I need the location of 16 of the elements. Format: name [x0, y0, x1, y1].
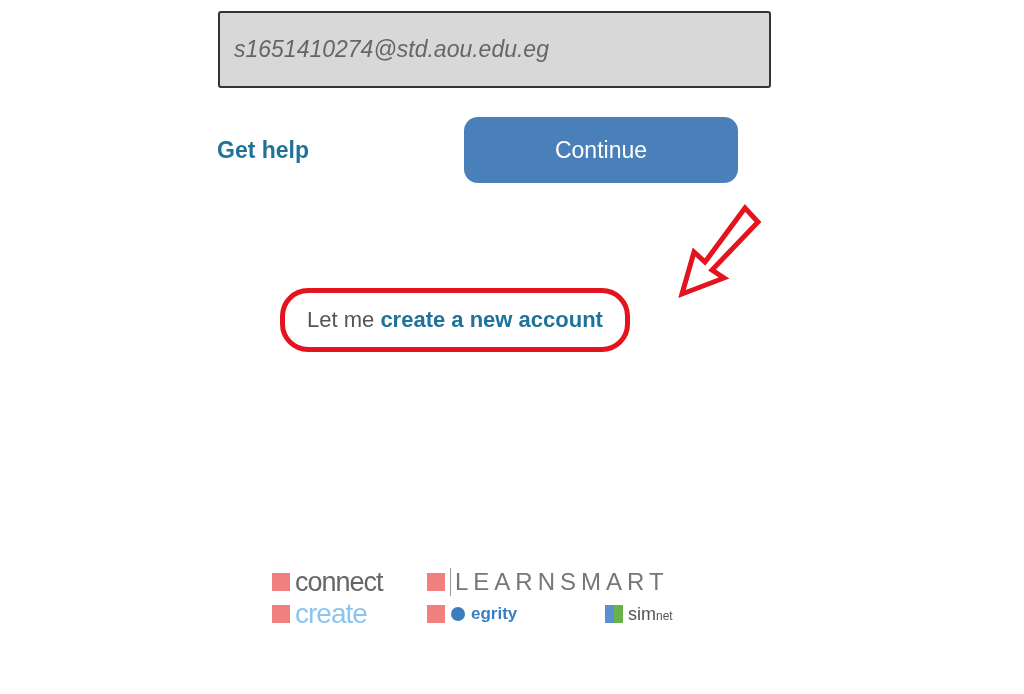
logo-icon — [272, 573, 290, 591]
learnsmart-logo: LEARNSMART — [450, 568, 669, 596]
create-account-text: Let me create a new account — [280, 288, 630, 352]
circle-icon — [450, 606, 466, 622]
create-account-link[interactable]: create a new account — [380, 307, 603, 332]
tegrity-logo: egrity — [471, 604, 518, 624]
logo-icon — [427, 605, 445, 623]
logo-icon — [427, 573, 445, 591]
get-help-link[interactable]: Get help — [217, 136, 309, 164]
connect-logo: connect — [295, 566, 383, 598]
arrow-icon — [678, 204, 762, 299]
create-logo: create — [295, 598, 367, 630]
logo-icon — [605, 605, 623, 623]
simnet-logo: simnet — [628, 603, 673, 625]
logo-icon — [272, 605, 290, 623]
continue-button[interactable]: Continue — [464, 117, 738, 183]
